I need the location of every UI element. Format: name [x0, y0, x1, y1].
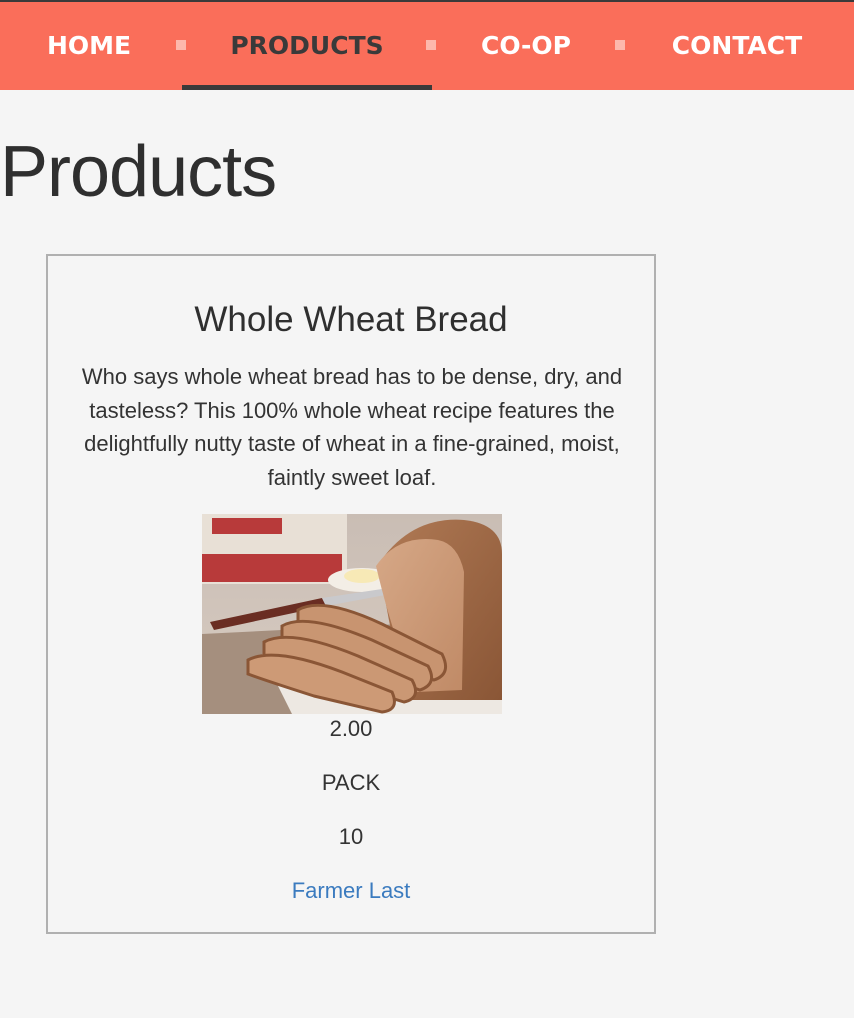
product-card: Whole Wheat Bread Who says whole wheat b… — [46, 254, 656, 934]
product-quantity: 10 — [338, 824, 364, 849]
product-description: Who says whole wheat bread has to be den… — [81, 364, 623, 490]
nav-coop-link[interactable]: CO-OP — [479, 2, 573, 90]
nav-separator — [615, 40, 625, 50]
nav-separator — [426, 40, 436, 50]
page-title: Products — [0, 132, 277, 212]
nav-home-link[interactable]: HOME — [47, 2, 131, 90]
product-name: Whole Wheat Bread — [194, 300, 508, 339]
product-price: 2.00 — [329, 716, 373, 741]
product-image — [202, 514, 502, 714]
nav-products-link[interactable]: PRODUCTS — [182, 2, 432, 90]
farmer-link[interactable]: Farmer Last — [292, 878, 411, 903]
product-unit: PACK — [321, 770, 381, 795]
main-navbar: HOME PRODUCTS CO-OP CONTACT — [0, 2, 854, 90]
nav-contact-link[interactable]: CONTACT — [669, 2, 805, 90]
